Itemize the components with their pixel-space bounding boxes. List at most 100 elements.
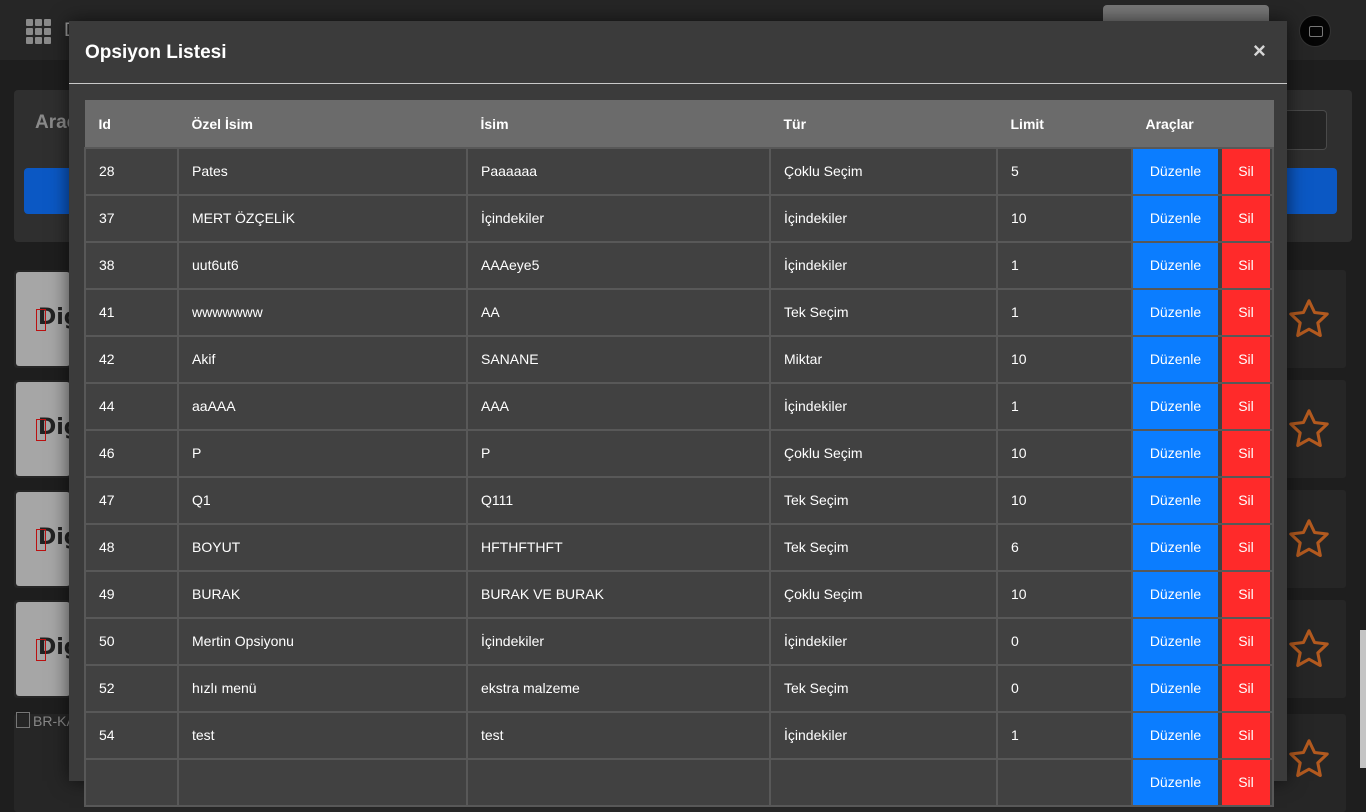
table-row: 49 BURAK BURAK VE BURAK Çoklu Seçim 10 Düzenl… [84, 569, 1274, 619]
search-input[interactable] [1283, 110, 1327, 150]
cell-limit: 0 [996, 663, 1133, 713]
edit-button[interactable]: Düzenle [1134, 666, 1218, 710]
cell-name: Paaaaaa [466, 146, 771, 196]
table-row: 41 wwwwwww AA Tek Seçim 1 Düzenle Sil [84, 287, 1274, 337]
cell-name: SANANE [466, 334, 771, 384]
edit-button[interactable]: Düzenle [1134, 196, 1218, 240]
cell-type: İçindekiler [769, 710, 998, 760]
edit-button[interactable]: Düzenle [1134, 760, 1218, 804]
modal-header: Opsiyon Listesi × [69, 21, 1287, 84]
delete-button[interactable]: Sil [1222, 149, 1270, 193]
cell-name: test [466, 710, 771, 760]
star-icon[interactable] [1286, 296, 1332, 342]
table-row: 28 Pates Paaaaaa Çoklu Seçim 5 Düzenle Sil [84, 146, 1274, 196]
edit-button[interactable]: Düzenle [1134, 243, 1218, 287]
column-header-custom-name: Özel İsim [177, 100, 468, 148]
star-icon[interactable] [1286, 736, 1332, 782]
delete-button[interactable]: Sil [1222, 478, 1270, 522]
star-icon[interactable] [1286, 626, 1332, 672]
primary-button-right[interactable] [1283, 168, 1337, 214]
cell-limit: 1 [996, 381, 1133, 431]
cell-custom-name: test [177, 710, 468, 760]
cell-id: 48 [84, 522, 179, 572]
star-icon[interactable] [1286, 516, 1332, 562]
edit-button[interactable]: Düzenle [1134, 337, 1218, 381]
delete-button[interactable]: Sil [1222, 619, 1270, 663]
cell-actions: Düzenle Sil [1131, 146, 1274, 196]
star-icon[interactable] [1286, 406, 1332, 452]
cell-name: İçindekiler [466, 193, 771, 243]
cell-actions: Düzenle Sil [1131, 287, 1274, 337]
cell-limit: 10 [996, 475, 1133, 525]
cell-name: AAAeye5 [466, 240, 771, 290]
cell-type: İçindekiler [769, 381, 998, 431]
cell-actions: Düzenle Sil [1131, 616, 1274, 666]
cell-actions: Düzenle Sil [1131, 569, 1274, 619]
delete-button[interactable]: Sil [1222, 196, 1270, 240]
cell-type: İçindekiler [769, 193, 998, 243]
cell-actions: Düzenle Sil [1131, 522, 1274, 572]
cell-limit: 1 [996, 240, 1133, 290]
cell-id: 44 [84, 381, 179, 431]
delete-button[interactable]: Sil [1222, 384, 1270, 428]
cell-id: 49 [84, 569, 179, 619]
cell-custom-name: Mertin Opsiyonu [177, 616, 468, 666]
table-row: 48 BOYUT HFTHFTHFT Tek Seçim 6 Düzenle Sil [84, 522, 1274, 572]
cell-custom-name: BOYUT [177, 522, 468, 572]
delete-button[interactable]: Sil [1222, 713, 1270, 757]
cell-actions: Düzenle Sil [1131, 475, 1274, 525]
cell-custom-name: wwwwwww [177, 287, 468, 337]
cell-limit: 10 [996, 569, 1133, 619]
table-row: 54 test test İçindekiler 1 Düzenle Sil [84, 710, 1274, 760]
cell-id [84, 757, 179, 807]
table-row: 50 Mertin Opsiyonu İçindekiler İçindekiler 0… [84, 616, 1274, 666]
edit-button[interactable]: Düzenle [1134, 478, 1218, 522]
edit-button[interactable]: Düzenle [1134, 619, 1218, 663]
edit-button[interactable]: Düzenle [1134, 149, 1218, 193]
cell-name: BURAK VE BURAK [466, 569, 771, 619]
table-row: 42 Akif SANANE Miktar 10 Düzenle Sil [84, 334, 1274, 384]
close-icon[interactable]: × [1253, 40, 1266, 62]
apps-grid-icon[interactable] [26, 19, 52, 45]
cell-id: 47 [84, 475, 179, 525]
cell-type: Çoklu Seçim [769, 146, 998, 196]
cell-type: Tek Seçim [769, 475, 998, 525]
brand-logo: Dig [16, 382, 70, 476]
delete-button[interactable]: Sil [1222, 431, 1270, 475]
edit-button[interactable]: Düzenle [1134, 713, 1218, 757]
page-scrollbar[interactable] [1360, 630, 1366, 768]
delete-button[interactable]: Sil [1222, 243, 1270, 287]
cell-actions: Düzenle Sil [1131, 428, 1274, 478]
user-avatar[interactable] [1299, 15, 1331, 47]
column-header-type: Tür [769, 100, 998, 148]
cell-id: 38 [84, 240, 179, 290]
cell-name: P [466, 428, 771, 478]
delete-button[interactable]: Sil [1222, 572, 1270, 616]
edit-button[interactable]: Düzenle [1134, 525, 1218, 569]
edit-button[interactable]: Düzenle [1134, 431, 1218, 475]
cell-limit: 10 [996, 334, 1133, 384]
cell-limit [996, 757, 1133, 807]
edit-button[interactable]: Düzenle [1134, 384, 1218, 428]
cell-custom-name: BURAK [177, 569, 468, 619]
cell-actions: Düzenle Sil [1131, 663, 1274, 713]
edit-button[interactable]: Düzenle [1134, 572, 1218, 616]
delete-button[interactable]: Sil [1222, 337, 1270, 381]
edit-button[interactable]: Düzenle [1134, 290, 1218, 334]
delete-button[interactable]: Sil [1222, 290, 1270, 334]
cell-custom-name: P [177, 428, 468, 478]
cell-type: Tek Seçim [769, 663, 998, 713]
cell-actions: Düzenle Sil [1131, 240, 1274, 290]
cell-type: Miktar [769, 334, 998, 384]
cell-actions: Düzenle Sil [1131, 710, 1274, 760]
primary-button-left[interactable] [24, 168, 74, 214]
delete-button[interactable]: Sil [1222, 666, 1270, 710]
cell-custom-name [177, 757, 468, 807]
delete-button[interactable]: Sil [1222, 525, 1270, 569]
cell-id: 46 [84, 428, 179, 478]
cell-custom-name: aaAAA [177, 381, 468, 431]
cell-custom-name: MERT ÖZÇELİK [177, 193, 468, 243]
modal-title: Opsiyon Listesi [85, 42, 227, 63]
table-header-row: Id Özel İsim İsim Tür Limit Araçlar [84, 100, 1274, 148]
delete-button[interactable]: Sil [1222, 760, 1270, 804]
